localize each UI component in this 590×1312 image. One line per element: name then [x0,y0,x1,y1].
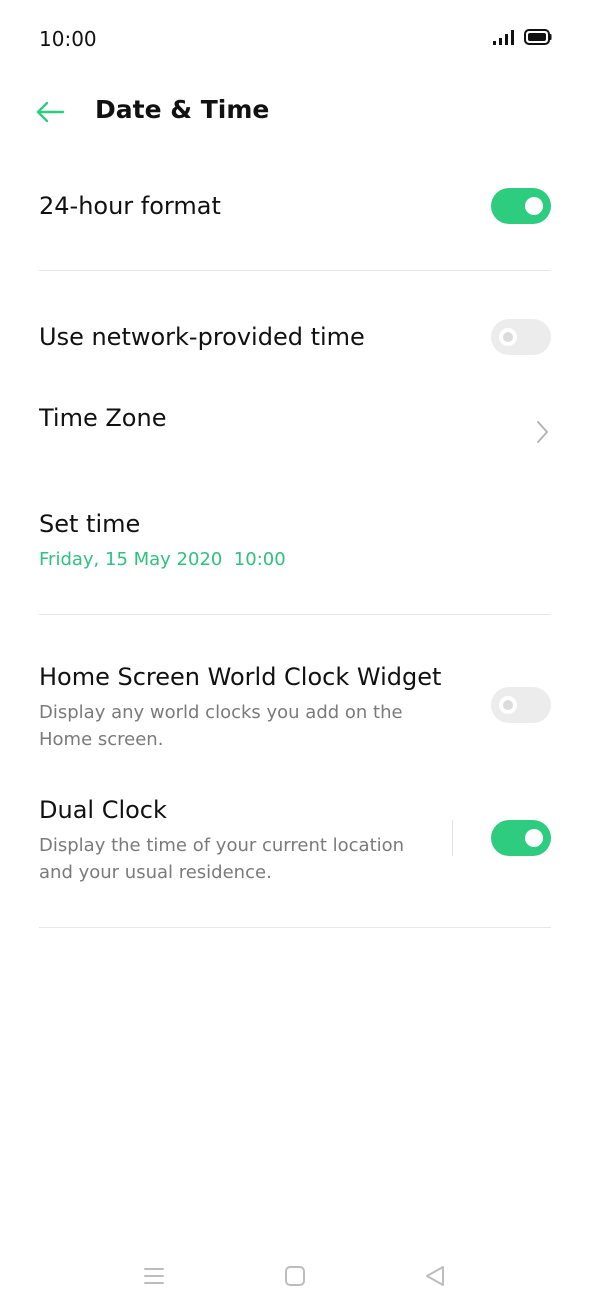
screen: 10:00 Date & Time 24-hour format Use net… [0,0,590,1312]
set-time-row[interactable]: Set time Friday, 15 May 2020 10:00 [39,509,551,573]
dual-clock-toggle[interactable] [491,820,551,856]
world-clock-widget-row[interactable]: Home Screen World Clock Widget Display a… [39,662,459,753]
network-time-label: Use network-provided time [39,323,365,351]
dual-clock-label: Dual Clock [39,796,167,824]
header: Date & Time [0,78,590,148]
toggle-knob [499,696,517,714]
status-time: 10:00 [39,27,97,51]
network-time-toggle[interactable] [491,319,551,355]
signal-icon [493,30,514,45]
world-clock-widget-toggle[interactable] [491,687,551,723]
network-time-row[interactable]: Use network-provided time [39,322,551,352]
menu-icon [144,1268,164,1284]
menu-button[interactable] [140,1262,168,1290]
home-button[interactable] [281,1262,309,1290]
vertical-separator [452,820,453,856]
battery-icon [524,29,552,45]
toggle-knob [525,829,543,847]
chevron-right-icon[interactable] [534,420,550,444]
toggle-knob [525,197,543,215]
navigation-bar [0,1250,590,1302]
divider [39,614,551,615]
set-time-label: Set time [39,510,141,538]
time-zone-label: Time Zone [39,404,167,432]
home-icon [285,1266,305,1286]
dual-clock-row[interactable]: Dual Clock Display the time of your curr… [39,795,409,886]
arrow-left-icon [36,101,65,123]
status-bar: 10:00 [0,0,590,78]
hour-format-toggle[interactable] [491,188,551,224]
divider [39,270,551,271]
world-clock-widget-label: Home Screen World Clock Widget [39,663,442,691]
hour-format-row[interactable]: 24-hour format [39,191,551,221]
hour-format-label: 24-hour format [39,192,221,220]
back-nav-button[interactable] [421,1262,449,1290]
world-clock-widget-description: Display any world clocks you add on the … [39,702,403,750]
back-triangle-icon [426,1266,444,1286]
page-title: Date & Time [95,95,270,124]
dual-clock-description: Display the time of your current locatio… [39,835,405,883]
set-time-value: Friday, 15 May 2020 10:00 [39,549,286,570]
time-zone-row[interactable]: Time Zone [39,403,551,433]
back-button[interactable] [30,94,70,130]
divider [39,927,551,928]
toggle-knob [499,328,517,346]
